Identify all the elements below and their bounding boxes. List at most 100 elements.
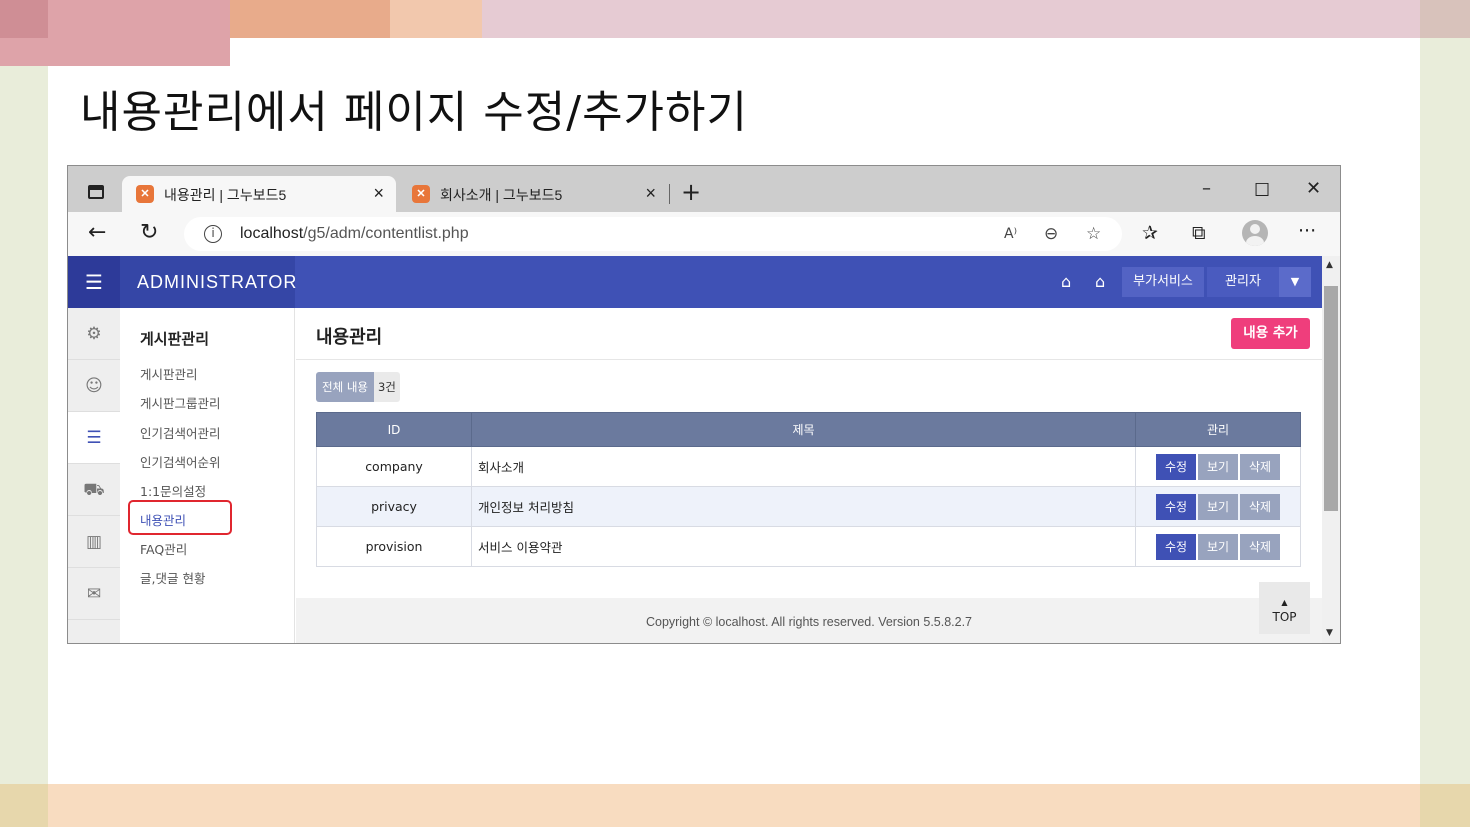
content-table: ID 제목 관리 company 회사소개 수정 보기 삭제 privacy 개… <box>316 412 1301 567</box>
page-title: 내용관리 <box>316 327 383 348</box>
delete-button[interactable]: 삭제 <box>1240 533 1280 560</box>
info-icon[interactable]: i <box>204 225 222 243</box>
gear-icon[interactable]: ⚙ <box>68 308 120 360</box>
submenu-item-write-count[interactable]: 글,댓글 현황 <box>140 568 205 587</box>
favorites-icon[interactable]: ✰ <box>1142 222 1158 244</box>
count-value: 3건 <box>373 372 400 402</box>
edit-button[interactable]: 수정 <box>1156 453 1196 480</box>
minimize-icon[interactable]: – <box>1202 178 1211 199</box>
tab-label: 회사소개 | 그누보드5 <box>440 187 563 203</box>
row-actions: 수정 보기 삭제 <box>1135 446 1301 487</box>
more-icon[interactable]: ··· <box>1298 220 1316 242</box>
xampp-icon: ✕ <box>412 185 430 203</box>
decor-block <box>0 0 48 38</box>
submenu-item-search-rank[interactable]: 인기검색어순위 <box>140 452 221 471</box>
delete-button[interactable]: 삭제 <box>1240 493 1280 520</box>
menu-toggle-icon[interactable]: ☰ <box>68 256 120 308</box>
footer: Copyright © localhost. All rights reserv… <box>296 598 1322 643</box>
scroll-down-icon[interactable]: ▼ <box>1326 628 1333 638</box>
page-viewport: ☰ ADMINISTRATOR ⌂ ⌂ 부가서비스 관리자 ▼ ⚙ ☺ ☰ ⛟ … <box>68 256 1322 643</box>
back-icon[interactable]: ← <box>88 220 106 245</box>
tab-inactive[interactable]: ✕ 회사소개 | 그누보드5 × <box>398 176 668 212</box>
column-header-manage: 관리 <box>1135 412 1301 447</box>
url-path: /g5/adm/contentlist.php <box>303 225 469 242</box>
zoom-out-icon[interactable]: ⊖ <box>1044 224 1058 244</box>
decor-block <box>1420 784 1470 827</box>
cart-icon[interactable]: ⛟ <box>68 464 120 516</box>
tab-active[interactable]: ✕ 내용관리 | 그누보드5 × <box>122 176 396 212</box>
submenu-heading: 게시판관리 <box>140 330 210 348</box>
scrollbar[interactable]: ▲ ▼ <box>1322 256 1340 643</box>
scrollbar-thumb[interactable] <box>1324 286 1338 511</box>
scroll-up-icon[interactable]: ▲ <box>1326 260 1333 270</box>
icon-sidebar: ⚙ ☺ ☰ ⛟ ▥ ✉ <box>68 308 120 643</box>
submenu-item-faq[interactable]: FAQ관리 <box>140 539 187 558</box>
view-button[interactable]: 보기 <box>1198 533 1238 560</box>
read-aloud-icon[interactable]: A⁾ <box>1004 226 1017 242</box>
view-button[interactable]: 보기 <box>1198 453 1238 480</box>
submenu-item-board[interactable]: 게시판관리 <box>140 364 198 383</box>
url-host: localhost <box>240 225 304 242</box>
url-field[interactable]: i localhost/g5/adm/contentlist.php A⁾ ⊖ … <box>184 217 1122 251</box>
submenu-item-qa-config[interactable]: 1:1문의설정 <box>140 481 206 500</box>
tab-label: 내용관리 | 그누보드5 <box>164 187 287 203</box>
row-subject: 서비스 이용약관 <box>471 526 1136 567</box>
list-icon[interactable]: ☰ <box>68 412 120 464</box>
submenu-item-popular-search[interactable]: 인기검색어관리 <box>140 423 221 442</box>
shop-icon[interactable]: ⌂ <box>1061 272 1071 291</box>
browser-window: ✕ 내용관리 | 그누보드5 × ✕ 회사소개 | 그누보드5 × + – ☐ … <box>67 165 1341 644</box>
sub-menu: 게시판관리 게시판관리 게시판그룹관리 인기검색어관리 인기검색어순위 1:1문… <box>120 308 295 643</box>
row-actions: 수정 보기 삭제 <box>1135 526 1301 567</box>
home-icon[interactable]: ⌂ <box>1095 272 1105 291</box>
addon-services-button[interactable]: 부가서비스 <box>1122 267 1204 297</box>
new-tab-icon[interactable]: + <box>681 178 701 206</box>
tab-bar: ✕ 내용관리 | 그누보드5 × ✕ 회사소개 | 그누보드5 × + – ☐ … <box>68 166 1340 212</box>
highlight-box <box>128 500 232 535</box>
row-subject: 개인정보 처리방침 <box>471 486 1136 527</box>
decor-block <box>0 784 48 827</box>
reload-icon[interactable]: ↻ <box>140 220 158 245</box>
avatar[interactable] <box>1242 220 1268 246</box>
table-row: privacy 개인정보 처리방침 수정 보기 삭제 <box>316 486 1301 527</box>
delete-button[interactable]: 삭제 <box>1240 453 1280 480</box>
column-header-subject: 제목 <box>471 412 1136 447</box>
window-close-icon[interactable]: ✕ <box>1306 178 1321 199</box>
table-header: ID 제목 관리 <box>316 412 1301 447</box>
row-id: privacy <box>316 486 472 527</box>
admin-menu-button[interactable]: 관리자 <box>1207 267 1279 297</box>
edit-button[interactable]: 수정 <box>1156 533 1196 560</box>
add-content-button[interactable]: 내용 추가 <box>1231 318 1310 349</box>
decor-band <box>1420 38 1470 784</box>
row-subject: 회사소개 <box>471 446 1136 487</box>
top-button-label: TOP <box>1272 610 1297 624</box>
top-button[interactable]: ▲ TOP <box>1259 582 1310 634</box>
row-id: provision <box>316 526 472 567</box>
mail-icon[interactable]: ✉ <box>68 568 120 620</box>
brand-title[interactable]: ADMINISTRATOR <box>120 256 296 308</box>
table-row: company 회사소개 수정 보기 삭제 <box>316 446 1301 487</box>
total-count: 전체 내용 3건 <box>316 372 400 402</box>
close-icon[interactable]: × <box>373 183 384 204</box>
caret-down-icon[interactable]: ▼ <box>1279 267 1311 297</box>
copyright-text: Copyright © localhost. All rights reserv… <box>645 615 973 629</box>
close-icon[interactable]: × <box>645 183 656 204</box>
address-bar: ← ↻ i localhost/g5/adm/contentlist.php A… <box>68 212 1340 256</box>
url-text[interactable]: localhost/g5/adm/contentlist.php <box>240 225 469 243</box>
add-favorite-icon[interactable]: ☆ <box>1086 224 1101 244</box>
decor-band <box>0 784 1470 827</box>
maximize-icon[interactable]: ☐ <box>1254 180 1270 201</box>
xampp-icon: ✕ <box>136 185 154 203</box>
tab-actions-icon[interactable] <box>88 185 104 199</box>
collections-icon[interactable]: ⧉ <box>1192 222 1206 244</box>
column-header-id: ID <box>316 412 472 447</box>
divider <box>296 359 1322 360</box>
submenu-item-board-group[interactable]: 게시판그룹관리 <box>140 393 221 412</box>
main-content: 내용관리 내용 추가 전체 내용 3건 ID 제목 관리 company 회사소… <box>296 308 1322 643</box>
chart-icon[interactable]: ▥ <box>68 516 120 568</box>
arrow-up-icon: ▲ <box>1281 598 1288 607</box>
edit-button[interactable]: 수정 <box>1156 493 1196 520</box>
count-label: 전체 내용 <box>316 372 374 402</box>
table-row: provision 서비스 이용약관 수정 보기 삭제 <box>316 526 1301 567</box>
user-icon[interactable]: ☺ <box>68 360 120 412</box>
view-button[interactable]: 보기 <box>1198 493 1238 520</box>
